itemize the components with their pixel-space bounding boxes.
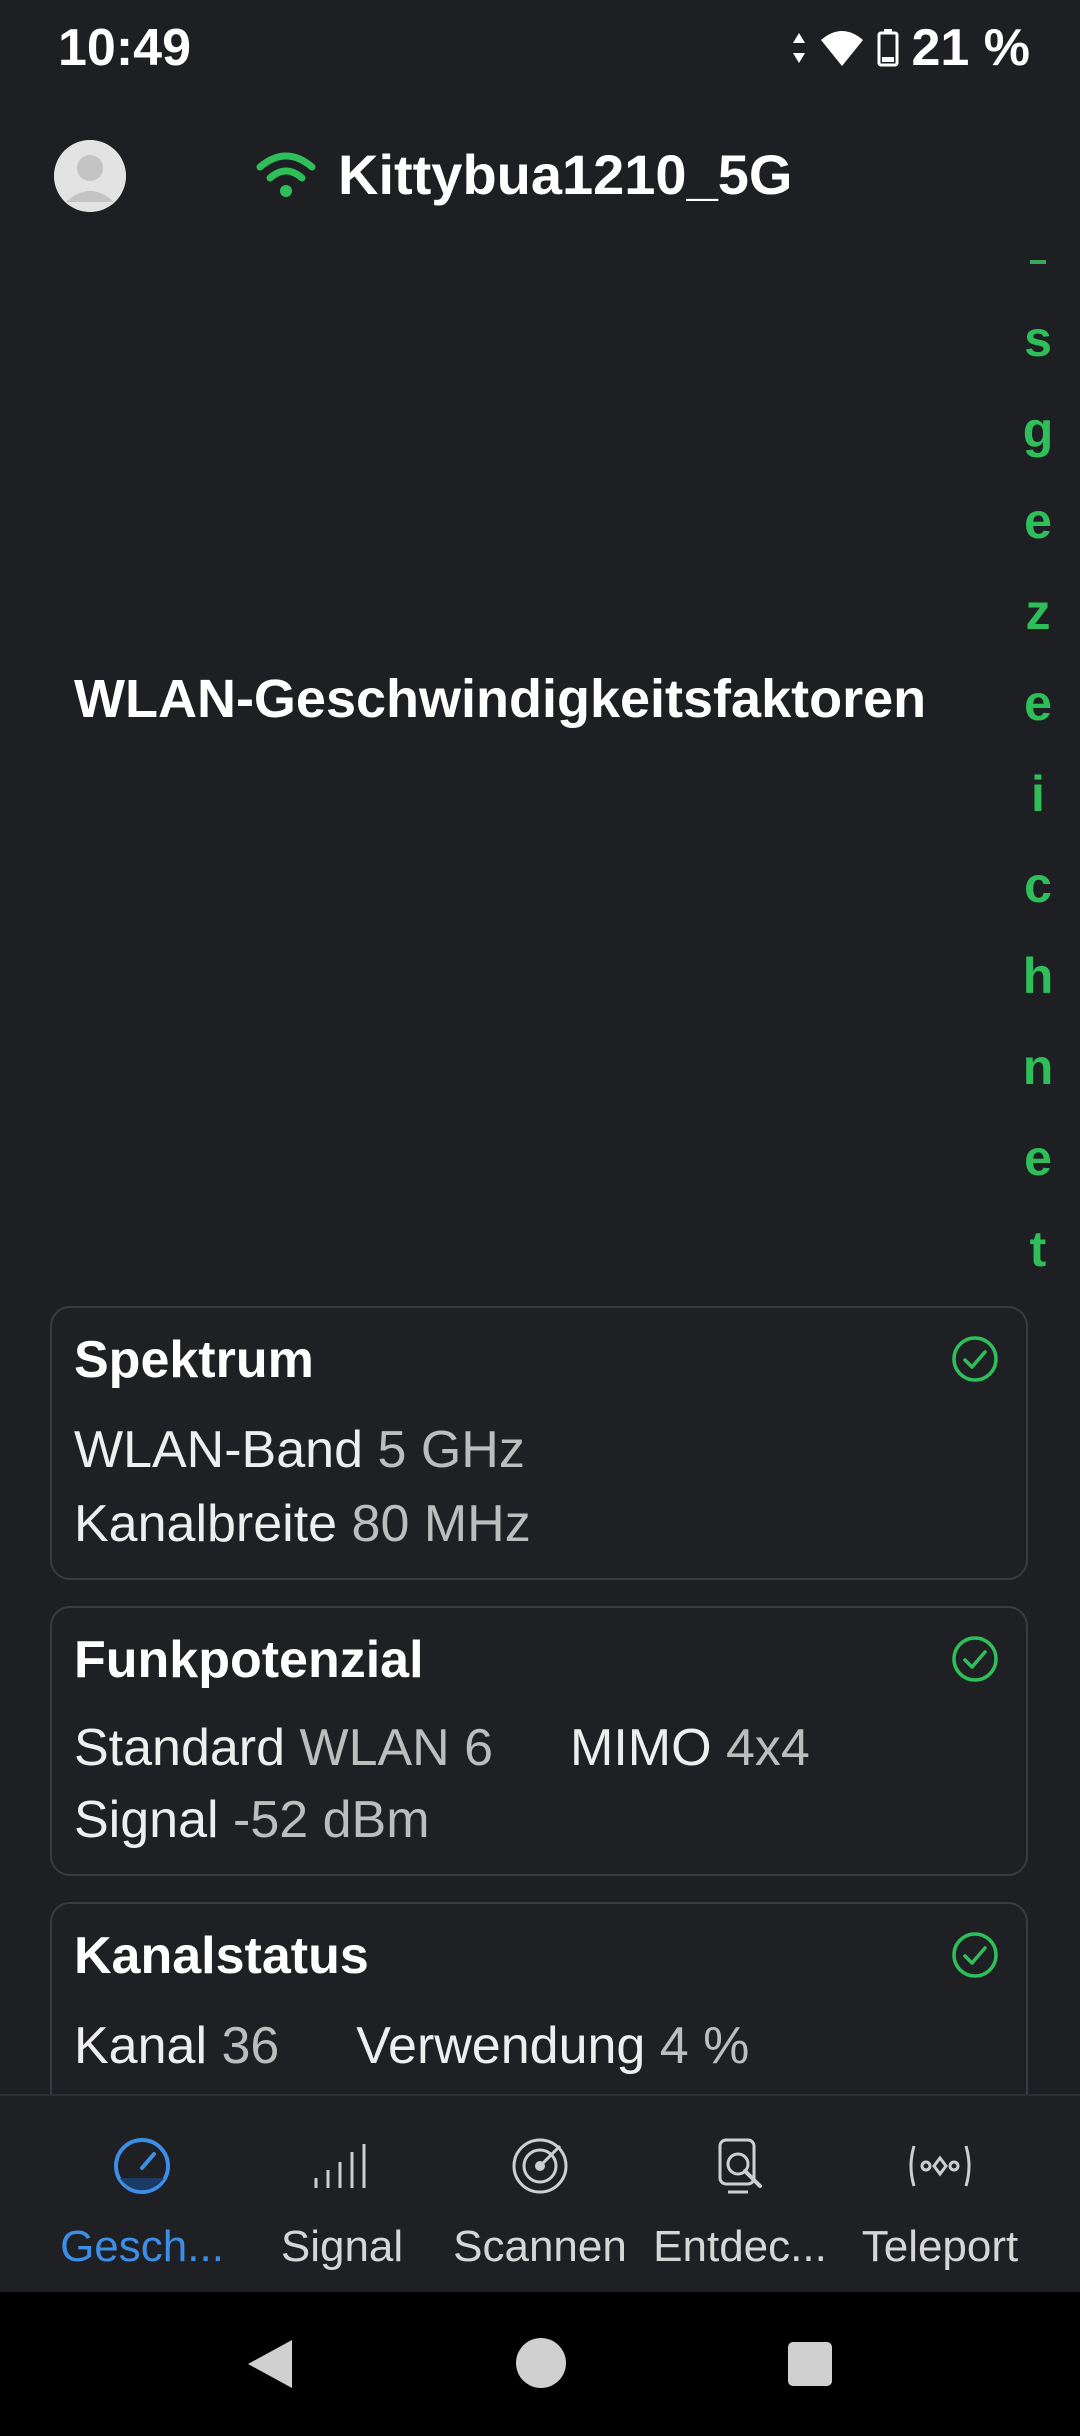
avatar[interactable] xyxy=(54,140,126,212)
vertical-letter: g xyxy=(1022,402,1054,458)
check-circle-icon xyxy=(952,1336,998,1382)
card-line: WLAN-Band 5 GHz xyxy=(74,1420,525,1480)
channel-label: Kanal xyxy=(74,2017,207,2075)
nav-item-scan[interactable]: Scannen xyxy=(440,2126,640,2272)
wifi-6-icon: 6 xyxy=(821,31,864,67)
teleport-icon xyxy=(909,2145,971,2187)
recents-icon[interactable] xyxy=(786,2340,834,2388)
check-circle-icon xyxy=(952,1636,998,1682)
nav-label: Scannen xyxy=(453,2222,627,2271)
nav-item-teleport[interactable]: Teleport xyxy=(840,2126,1040,2272)
radio-potential-card[interactable]: Funkpotenzial Standard WLAN 6 MIMO 4x4 S… xyxy=(50,1606,1028,1876)
mimo-label: MIMO xyxy=(570,1719,712,1777)
vertical-letter: h xyxy=(1022,948,1054,1004)
check-circle-icon xyxy=(952,1932,998,1978)
card-line: Standard WLAN 6 MIMO 4x4 xyxy=(74,1718,810,1778)
spectrum-card[interactable]: Spektrum WLAN-Band 5 GHz Kanalbreite 80 … xyxy=(50,1306,1028,1580)
card-title: Funkpotenzial xyxy=(74,1631,424,1689)
card-line: Kanal 36 Verwendung 4 % xyxy=(74,2016,749,2076)
status-icons: 6 21 % xyxy=(791,18,1030,78)
status-time: 10:49 xyxy=(58,19,191,77)
system-navigation-bar xyxy=(0,2292,1080,2436)
battery-icon xyxy=(877,29,899,67)
standard-label: Standard xyxy=(74,1719,286,1777)
speedometer-icon xyxy=(114,2138,170,2194)
bottom-navigation: Gesch... Signal Scannen Entdec... Telepo… xyxy=(0,2094,1080,2292)
wifi-icon xyxy=(256,152,316,197)
band-value: 5 GHz xyxy=(377,1421,525,1479)
vertical-letter: z xyxy=(1025,584,1051,640)
vertical-text-dash xyxy=(1030,260,1046,264)
vertical-letter: c xyxy=(1024,857,1052,913)
radar-icon xyxy=(512,2138,568,2194)
speed-factors-title: WLAN-Geschwindigkeitsfaktoren xyxy=(74,669,927,729)
card-line: Kanalbreite 80 MHz xyxy=(74,1494,531,1554)
app-header: Kittybua1210_5G xyxy=(0,120,1080,240)
nav-item-discover[interactable]: Entdec... xyxy=(640,2126,840,2272)
signal-value: -52 dBm xyxy=(233,1791,430,1849)
user-icon xyxy=(54,140,126,212)
vertical-letter: t xyxy=(1029,1221,1047,1277)
usage-label: Verwendung xyxy=(356,2017,646,2075)
nav-label: Signal xyxy=(280,2222,404,2271)
nav-item-speed[interactable]: Gesch... xyxy=(42,2126,242,2272)
card-title: Spektrum xyxy=(74,1331,314,1389)
mimo-value: 4x4 xyxy=(726,1719,810,1777)
standard-value: WLAN 6 xyxy=(299,1719,494,1777)
back-icon[interactable] xyxy=(244,2336,296,2392)
status-bar: 10:49 6 21 % xyxy=(0,0,1080,100)
nav-item-signal[interactable]: Signal xyxy=(242,2126,442,2272)
vertical-letter: n xyxy=(1022,1039,1054,1095)
vertical-status-text: s g e z e i c h n e t xyxy=(1018,260,1058,1295)
card-line: Signal -52 dBm xyxy=(74,1790,430,1850)
vertical-letter: e xyxy=(1024,675,1052,731)
vertical-letter: e xyxy=(1024,493,1052,549)
battery-percentage: 21 % xyxy=(911,19,1030,77)
channel-width-value: 80 MHz xyxy=(351,1495,531,1553)
svg-text:6: 6 xyxy=(849,51,857,67)
nav-label: Teleport xyxy=(861,2222,1019,2271)
card-title: Kanalstatus xyxy=(74,1927,369,1985)
vertical-letter: e xyxy=(1024,1130,1052,1186)
data-arrows-icon xyxy=(793,33,806,63)
home-icon[interactable] xyxy=(514,2336,568,2390)
network-ssid: Kittybua1210_5G xyxy=(338,143,793,206)
network-title: Kittybua1210_5G xyxy=(256,142,792,207)
band-label: WLAN-Band xyxy=(74,1421,363,1479)
vertical-letter: i xyxy=(1031,766,1045,822)
channel-value: 36 xyxy=(221,2017,280,2075)
signal-bars-icon xyxy=(314,2144,366,2188)
vertical-letter: s xyxy=(1024,311,1052,367)
nav-label: Gesch... xyxy=(60,2222,224,2271)
channel-width-label: Kanalbreite xyxy=(74,1495,338,1553)
nav-label: Entdec... xyxy=(653,2222,827,2271)
signal-label: Signal xyxy=(74,1791,219,1849)
usage-value: 4 % xyxy=(659,2017,750,2075)
device-search-icon xyxy=(718,2138,762,2194)
